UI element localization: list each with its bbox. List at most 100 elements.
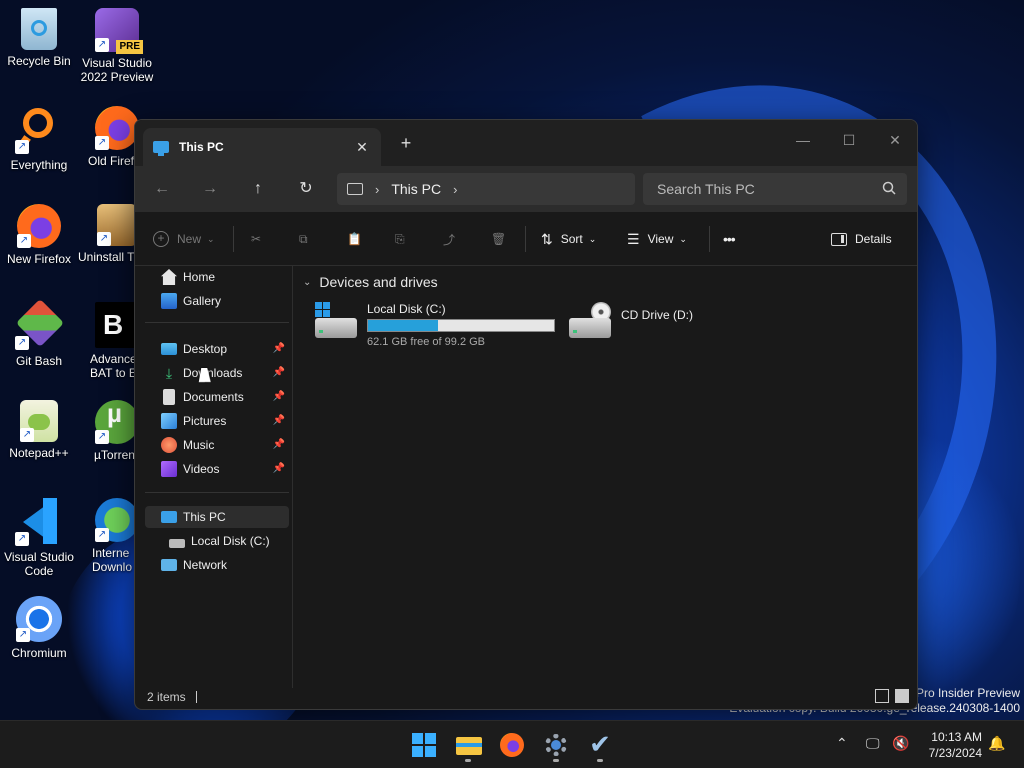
start-windows-icon[interactable] <box>408 729 440 761</box>
desktop-icon-notepad-plus-plus[interactable]: ↗ Notepad++ <box>0 400 78 460</box>
search-input[interactable]: Search This PC <box>643 173 907 205</box>
sidebar-item-gallery[interactable]: Gallery <box>145 290 289 312</box>
section-title: Devices and drives <box>319 274 438 290</box>
close-tab-icon[interactable]: ✕ <box>353 138 371 156</box>
divider <box>709 226 710 252</box>
desktop-icon-label: Recycle Bin <box>7 54 71 68</box>
desktop-icon-vscode[interactable]: ↗ Visual Studio Code <box>0 498 78 578</box>
desktop-icon-label: Everything <box>10 158 68 172</box>
file-explorer-icon[interactable] <box>452 729 484 762</box>
sidebar-item-home[interactable]: Home <box>145 266 289 288</box>
windows-drive-icon <box>315 302 359 342</box>
document-icon <box>163 389 175 405</box>
bat-to-exe-icon: B <box>95 302 139 348</box>
new-tab-button[interactable]: + <box>395 132 417 154</box>
desktop-icon-everything[interactable]: ↗ Everything <box>0 106 78 172</box>
copy-icon[interactable]: ⧉ <box>299 226 308 252</box>
refresh-icon[interactable]: ↻ <box>291 176 321 202</box>
sidebar-item-desktop[interactable]: Desktop 📌 <box>145 338 289 360</box>
desktop-icon-label: New Firefox <box>6 252 71 266</box>
desktop-icon-visual-studio-2022[interactable]: PRE ↗ Visual Studio 2022 Preview <box>78 8 156 84</box>
drive-cd-d[interactable]: CD Drive (D:) <box>569 302 693 342</box>
gallery-icon <box>161 293 177 309</box>
drive-icon <box>169 538 185 548</box>
sidebar-item-this-pc[interactable]: This PC <box>145 506 289 528</box>
sidebar-item-videos[interactable]: Videos 📌 <box>145 458 289 480</box>
breadcrumb-this-pc[interactable]: This PC <box>391 181 441 197</box>
paste-icon[interactable]: 📋 <box>347 226 362 252</box>
desktop-icon-recycle-bin[interactable]: Recycle Bin <box>0 8 78 68</box>
breadcrumb[interactable]: › This PC › <box>337 173 635 205</box>
view-button[interactable]: ☰ View ⌄ <box>627 226 687 252</box>
monitor-icon <box>347 183 363 195</box>
cd-drive-icon <box>569 302 613 342</box>
pin-icon[interactable]: 📌 <box>273 463 285 474</box>
section-header-devices[interactable]: ⌄ Devices and drives <box>303 274 438 290</box>
chevron-down-icon: ⌄ <box>588 233 597 244</box>
speaker-muted-icon[interactable]: 🔇 <box>892 735 909 752</box>
status-bar: 2 items <box>135 685 917 709</box>
pin-icon[interactable]: 📌 <box>273 391 285 402</box>
desktop-icon-label: Visual Studio 2022 Preview <box>80 56 154 84</box>
divider <box>525 226 526 252</box>
forward-arrow-icon[interactable]: → <box>195 176 225 202</box>
sidebar-item-music[interactable]: Music 📌 <box>145 434 289 456</box>
more-options-button[interactable]: ••• <box>723 226 736 252</box>
sidebar-item-local-disk[interactable]: Local Disk (C:) <box>145 530 289 552</box>
details-button[interactable]: Details <box>831 226 892 252</box>
pictures-icon <box>161 413 177 429</box>
content-pane: ⌄ Devices and drives Local Disk (C:) 62.… <box>295 266 917 688</box>
new-button[interactable]: + New ⌄ <box>153 226 215 252</box>
details-pane-icon <box>831 232 847 246</box>
monitor-icon <box>153 141 169 156</box>
sort-button[interactable]: ⇅ Sort ⌄ <box>541 226 596 252</box>
chevron-down-icon[interactable]: ⌄ <box>303 277 311 288</box>
search-icon <box>882 181 896 195</box>
sidebar-item-pictures[interactable]: Pictures 📌 <box>145 410 289 432</box>
checkmark-app-icon[interactable]: ✔ <box>584 729 616 762</box>
delete-icon[interactable]: 🗑 <box>491 226 506 252</box>
notepad-plus-plus-icon: ↗ <box>20 400 58 442</box>
file-explorer-window: This PC ✕ + — ☐ ✕ ← → ↑ ↻ › This PC › Se… <box>134 119 918 710</box>
back-arrow-icon[interactable]: ← <box>147 176 177 202</box>
desktop-icon-git-bash[interactable]: ↗ Git Bash <box>0 298 78 368</box>
close-button[interactable]: ✕ <box>875 126 915 154</box>
sidebar-item-network[interactable]: Network <box>145 554 289 576</box>
cut-icon[interactable]: ✂ <box>251 226 261 252</box>
sidebar-item-documents[interactable]: Documents 📌 <box>145 386 289 408</box>
firefox-icon[interactable] <box>496 729 528 761</box>
divider <box>145 492 289 493</box>
minimize-button[interactable]: — <box>783 126 823 154</box>
pin-icon[interactable]: 📌 <box>273 439 285 450</box>
address-bar: ← → ↑ ↻ › This PC › Search This PC <box>135 166 917 212</box>
uninstall-tool-icon: ↗ <box>97 204 137 246</box>
sidebar-item-downloads[interactable]: ⤓ Downloads 📌 <box>145 362 289 384</box>
tab-this-pc[interactable]: This PC ✕ <box>143 128 381 166</box>
clock[interactable]: 10:13 AM 7/23/2024 <box>929 729 982 761</box>
pre-badge: PRE <box>116 40 143 54</box>
settings-gear-icon[interactable] <box>540 729 572 762</box>
maximize-button[interactable]: ☐ <box>829 126 869 154</box>
chevron-up-icon[interactable]: ⌃ <box>836 735 848 752</box>
pin-icon[interactable]: 📌 <box>273 367 285 378</box>
drive-usage-fill <box>368 320 438 331</box>
share-icon[interactable]: ⤴ <box>443 226 455 252</box>
chevron-right-icon[interactable]: › <box>453 182 457 197</box>
rename-icon[interactable]: ⎘ <box>395 226 405 252</box>
music-icon <box>161 437 177 453</box>
desktop-icon-new-firefox[interactable]: ↗ New Firefox <box>0 204 78 266</box>
large-icons-view-icon[interactable] <box>895 689 909 703</box>
status-divider <box>195 691 197 703</box>
notification-bell-icon[interactable]: 🔔 <box>988 735 1005 752</box>
pin-icon[interactable]: 📌 <box>273 343 285 354</box>
up-arrow-icon[interactable]: ↑ <box>243 176 273 202</box>
drive-local-disk-c[interactable]: Local Disk (C:) 62.1 GB free of 99.2 GB <box>315 302 555 348</box>
divider <box>145 322 289 323</box>
pin-icon[interactable]: 📌 <box>273 415 285 426</box>
network-display-icon[interactable]: 🖵 <box>866 735 880 752</box>
details-view-icon[interactable] <box>875 689 889 703</box>
drive-name: Local Disk (C:) <box>367 302 446 316</box>
desktop-icon-chromium[interactable]: ↗ Chromium <box>0 596 78 660</box>
vscode-icon: ↗ <box>15 498 63 546</box>
clock-date: 7/23/2024 <box>928 746 982 760</box>
